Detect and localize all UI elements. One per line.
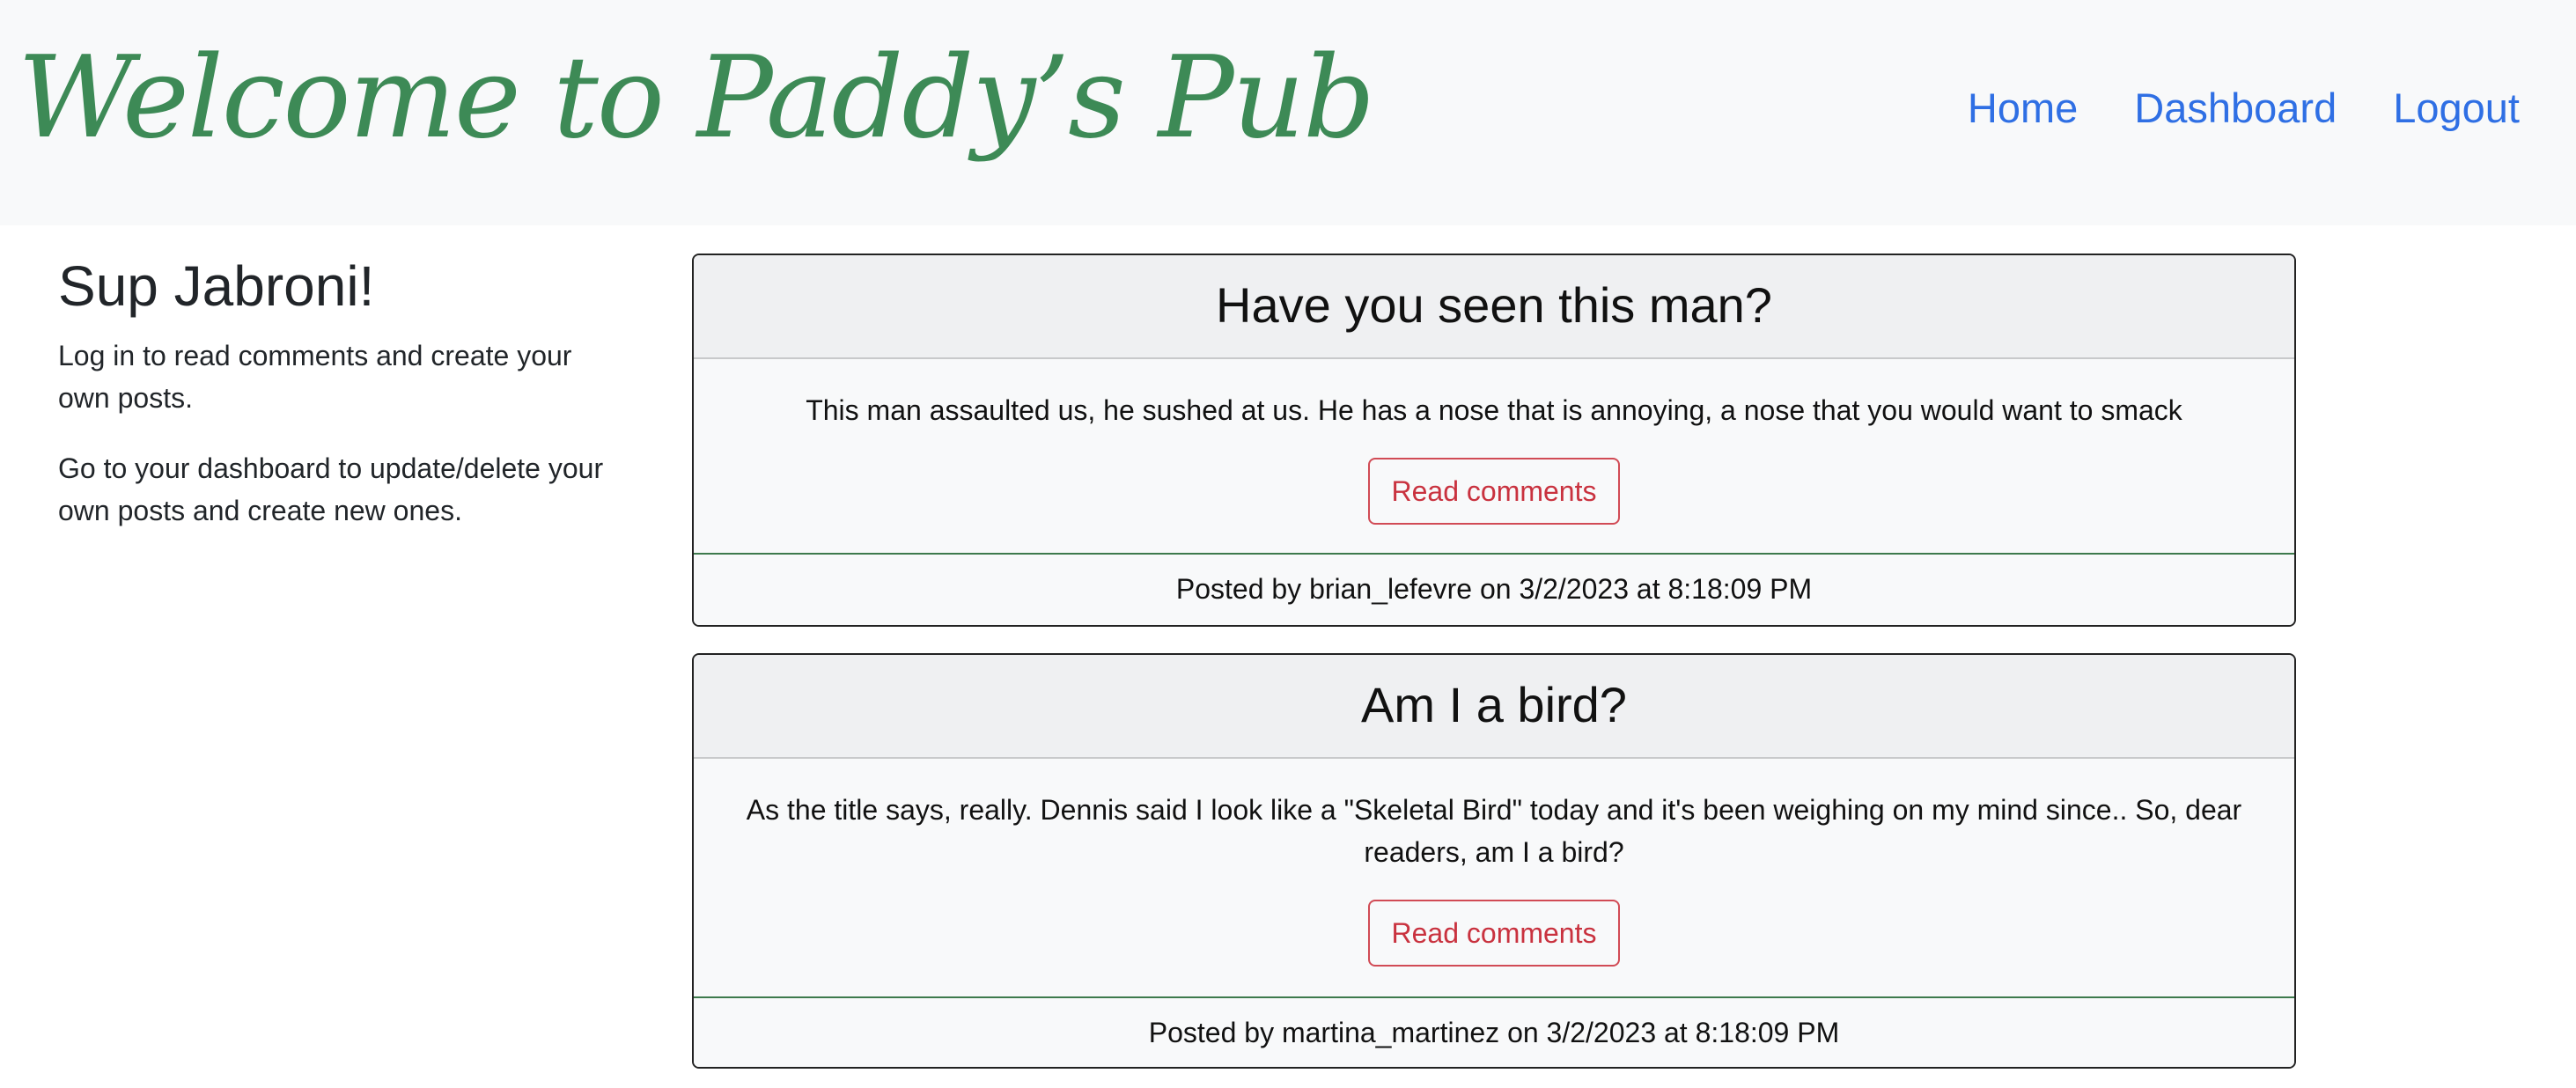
post-footer: Posted by martina_martinez on 3/2/2023 a… <box>694 996 2294 1067</box>
site-title: Welcome to Paddy’s Pub <box>18 33 1375 164</box>
post-text: As the title says, really. Dennis said I… <box>746 794 2242 868</box>
read-comments-button[interactable]: Read comments <box>1368 458 1620 525</box>
nav-link-logout[interactable]: Logout <box>2393 77 2520 139</box>
post-title: Have you seen this man? <box>694 255 2294 359</box>
sidebar-heading: Sup Jabroni! <box>58 254 375 318</box>
site-header: Welcome to Paddy’s Pub Home Dashboard Lo… <box>0 0 2576 225</box>
post-card: Am I a bird? As the title says, really. … <box>692 653 2296 1069</box>
post-body: As the title says, really. Dennis said I… <box>694 759 2294 996</box>
sidebar: Sup Jabroni! Log in to read comments and… <box>58 250 622 560</box>
sidebar-dashboard-text: Go to your dashboard to update/delete yo… <box>58 452 604 526</box>
read-comments-button[interactable]: Read comments <box>1368 900 1620 967</box>
nav-link-home[interactable]: Home <box>1968 77 2078 139</box>
post-body: This man assaulted us, he sushed at us. … <box>694 359 2294 553</box>
post-card: Have you seen this man? This man assault… <box>692 254 2296 627</box>
post-title: Am I a bird? <box>694 655 2294 759</box>
sidebar-login-text: Log in to read comments and create your … <box>58 340 572 414</box>
post-text: This man assaulted us, he sushed at us. … <box>806 394 2182 426</box>
main-nav: Home Dashboard Logout <box>1968 77 2520 139</box>
nav-link-dashboard[interactable]: Dashboard <box>2134 77 2337 139</box>
post-footer: Posted by brian_lefevre on 3/2/2023 at 8… <box>694 553 2294 625</box>
